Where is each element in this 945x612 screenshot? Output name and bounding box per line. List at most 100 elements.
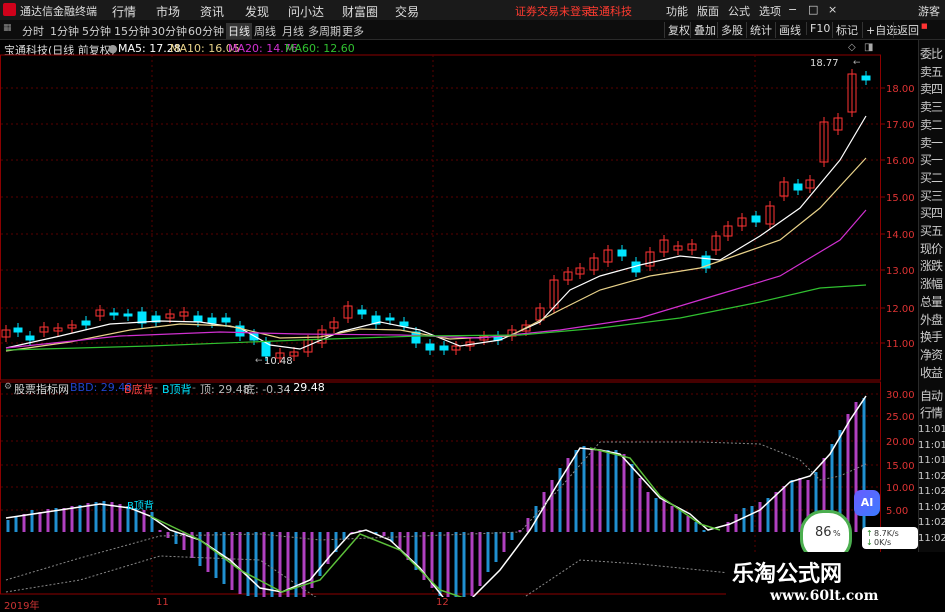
menu-quotes[interactable]: 行情 [112,3,136,20]
diamond-icon[interactable]: ◇ [848,42,856,53]
side-label-4: 卖二 [920,117,943,132]
side-label-14: 总量 [920,294,943,309]
side-lower-label-1: 行情 [920,406,943,420]
grid-icon[interactable]: ▦ [3,23,12,33]
main-y-label: 18.00 [886,84,915,95]
side-label-12: 涨跌 [920,259,943,274]
ai-assistant-button[interactable]: AI [854,490,880,516]
side-label-6: 买一 [920,153,943,168]
period-monthly[interactable]: 月线 [282,23,304,39]
download-rate: 0K/s [874,538,892,547]
indicator-y-axis: 30.00 25.00 20.00 15.00 10.00 5.00 [886,390,915,517]
main-y-label: 12.00 [886,304,915,315]
restore-icon[interactable]: □ [808,3,818,16]
speed-percent: 86 [815,525,832,540]
side-label-5: 卖一 [920,135,943,150]
draw-line-button[interactable]: 画线 [775,22,801,38]
x-label-dec: 12 [436,597,449,608]
minimize-icon[interactable]: − [788,3,797,16]
candles [1,69,871,363]
high-marker: 18.77 [810,58,839,69]
side-time-4: 11:02 [918,486,945,497]
kline-chart[interactable]: 18.00 17.00 16.00 15.00 14.00 13.00 12.00 11.00… [0,40,918,597]
close-icon[interactable]: × [828,3,837,16]
indicator-y-label: 10.00 [886,483,915,494]
ma5-line [5,115,867,350]
bottom-value: 底: -0.34 [244,383,291,396]
candle-body [207,317,217,324]
indicator-grid [1,393,880,511]
period-60min[interactable]: 60分钟 [188,23,224,39]
multi-stock-button[interactable]: 多股 [717,22,743,38]
side-label-13: 涨幅 [920,277,943,292]
indicator-y-label: 30.00 [886,390,915,401]
overlay-button[interactable]: 叠加 [690,22,716,38]
period-intraday[interactable]: 分时 [22,23,44,39]
panel-toggle-icon[interactable]: ◨ [864,42,873,53]
menu-options[interactable]: 选项 [759,3,781,19]
indicator-name[interactable]: 股票指标网 [14,381,69,397]
side-label-15: 外盘 [920,312,943,327]
side-label-18: 收益 [920,365,943,380]
watermark-title: 乐淘公式网 [732,561,843,587]
period-30min[interactable]: 30分钟 [151,23,187,39]
candle-body [617,249,627,257]
indicator-y-label: 15.00 [886,461,915,472]
menu-function[interactable]: 功能 [666,3,688,19]
login-notice[interactable]: 证券交易未登录 [515,3,592,19]
menu-formula[interactable]: 公式 [728,3,750,19]
candle-body [357,309,367,315]
side-time-0: 11:01 [918,424,945,435]
side-label-1: 卖五 [920,64,943,79]
menu-discover[interactable]: 发现 [245,3,269,20]
download-arrow-icon: ↓ [866,538,873,547]
menu-market[interactable]: 市场 [156,3,180,20]
period-15min[interactable]: 15分钟 [114,23,150,39]
upload-arrow-icon: ↑ [866,529,873,538]
side-label-16: 换手 [920,330,943,345]
candle-body [861,75,871,81]
period-more[interactable]: 更多 [342,23,364,39]
top-value: 顶: 29.48 [200,383,250,396]
main-y-label: 13.00 [886,266,915,277]
top-divergence-label: B顶背 [162,383,192,396]
period-multi[interactable]: 多周期 [308,23,341,39]
menu-ask[interactable]: 问小达 [288,3,324,20]
period-5min[interactable]: 5分钟 [82,23,111,39]
menu-layout[interactable]: 版面 [697,3,719,19]
candle-body [439,345,449,351]
side-label-3: 卖三 [920,100,943,115]
indicator-y-label: 25.00 [886,412,915,423]
statistics-button[interactable]: 统计 [746,22,772,38]
menu-news[interactable]: 资讯 [200,3,224,20]
current-value: : 29.48 [286,381,325,394]
menu-trade[interactable]: 交易 [395,3,419,20]
period-1min[interactable]: 1分钟 [50,23,79,39]
side-time-1: 11:01 [918,439,945,451]
candle-body [221,317,231,323]
main-y-label: 17.00 [886,120,915,131]
side-label-10: 买五 [920,224,943,238]
back-button[interactable]: 返回 [893,22,919,38]
side-label-7: 买二 [920,170,943,185]
main-y-label: 14.00 [886,230,915,241]
guest-label[interactable]: 游客 [918,3,940,19]
upload-rate: 8.7K/s [874,529,899,538]
mark-button[interactable]: 标记 [832,22,858,38]
f10-button[interactable]: F10 [806,22,830,35]
bbd-value: BBD: 29.48 [70,381,133,394]
candle-body [123,313,133,317]
period-weekly[interactable]: 周线 [254,23,276,39]
add-watchlist-button[interactable]: +自选 [862,22,897,38]
period-daily[interactable]: 日线 [226,23,252,39]
adjust-button[interactable]: 复权 [664,22,690,38]
period-toolbar: ▦ 分时 1分钟 5分钟 15分钟 30分钟 60分钟 日线 周线 月线 多周期… [0,20,945,40]
ma20-line [5,209,867,349]
menu-bar: 通达信金融终端 行情 市场 资讯 发现 问小达 财富圈 交易 证券交易未登录 宝… [0,0,945,21]
side-time-6: 11:02 [918,517,945,528]
side-time-7: 11:02 [918,532,945,544]
indicator-settings-icon[interactable]: ⚙ [4,382,12,392]
side-panel-corner[interactable]: ■ [921,22,928,30]
menu-wealth[interactable]: 财富圈 [342,3,378,20]
candle-body [81,320,91,326]
